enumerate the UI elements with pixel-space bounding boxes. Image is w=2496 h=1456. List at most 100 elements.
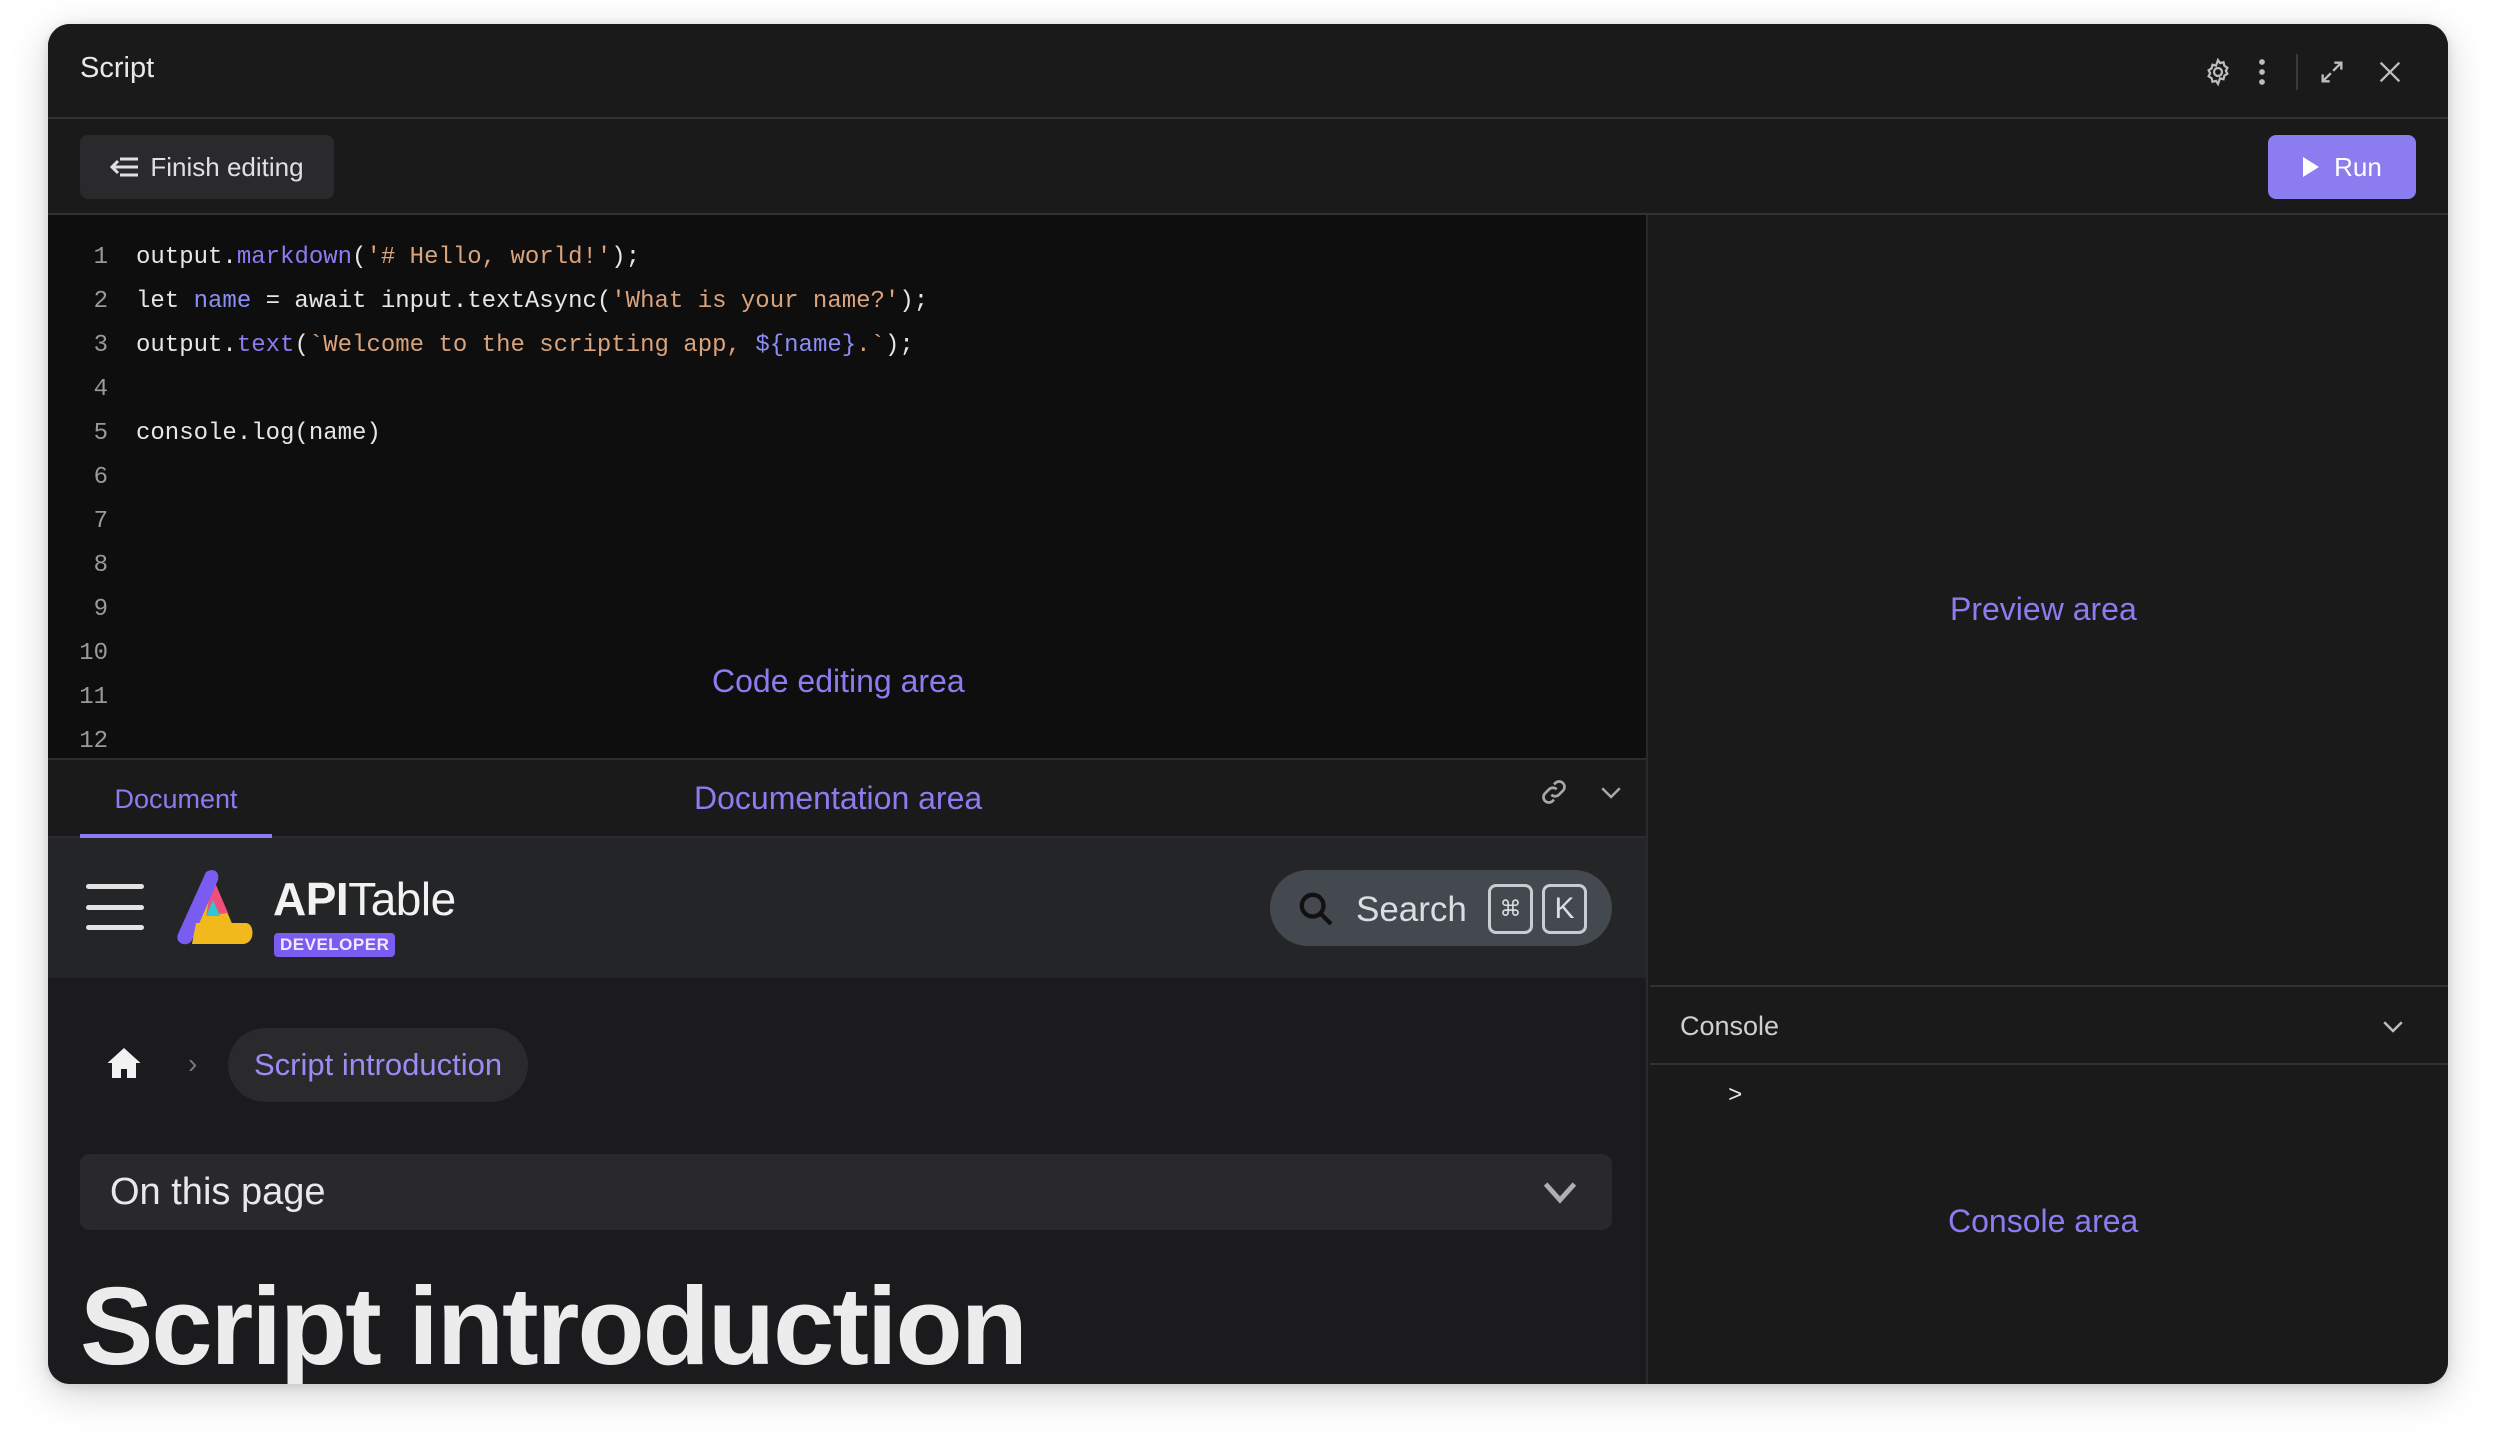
chevron-down-icon[interactable] [2378,1011,2408,1041]
line-number: 5 [93,419,108,447]
code-token: output. [136,331,237,359]
line-number: 3 [93,331,108,359]
code-line[interactable]: 7 [48,499,108,543]
apitable-header: APITable DEVELOPER Search ⌘ K [48,838,1646,978]
line-number: 4 [93,375,108,403]
line-number: 9 [93,595,108,623]
tab-document[interactable]: Document [80,760,272,838]
code-token: let [136,287,194,315]
breadcrumb: › Script introduction [48,1028,1646,1104]
code-token: ( [352,243,367,271]
doc-heading: Script introduction [80,1265,1028,1384]
link-icon[interactable] [1538,776,1570,813]
code-token: .` [856,331,885,359]
apitable-logo-icon[interactable] [168,868,258,953]
kbd-cmd: ⌘ [1488,884,1533,934]
code-token: text [236,331,295,359]
code-token: ); [899,287,929,315]
kbd-k: K [1542,884,1587,934]
code-token: ); [611,243,641,271]
code-line[interactable]: 2 let name = await input.textAsync('What … [48,279,929,323]
docs-search-button[interactable]: Search ⌘ K [1270,870,1612,946]
doc-tab-actions [1538,776,1626,813]
gear-icon[interactable] [2196,50,2240,94]
preview-panel: Preview area [1650,215,2448,985]
code-token: name [193,287,252,315]
code-token: '# Hello, world!' [366,243,612,271]
documentation-area-label: Documentation area [694,780,983,816]
preview-area-label: Preview area [1950,591,2137,627]
line-number: 6 [93,463,108,491]
line-number: 1 [93,243,108,271]
code-token: console.log(name) [136,419,381,447]
code-token: ${name} [755,331,857,359]
on-this-page-label: On this page [110,1171,326,1213]
expand-icon[interactable] [2310,50,2354,94]
finish-editing-button[interactable]: Finish editing [80,135,334,199]
breadcrumb-current[interactable]: Script introduction [228,1028,529,1102]
documentation-tab-bar: Document Documentation area [48,758,1648,838]
title-bar: Script [48,24,2448,119]
code-line[interactable]: 5 console.log(name) [48,411,381,455]
run-button[interactable]: Run [2268,135,2416,199]
code-line[interactable]: 10 [48,631,108,675]
brand-light: Table [348,873,456,925]
line-number: 2 [93,287,108,315]
line-number: 8 [93,551,108,579]
code-line[interactable]: 6 [48,455,108,499]
code-token: markdown [236,243,353,271]
apitable-brand: APITable [273,872,456,926]
code-line[interactable]: 1 output.markdown('# Hello, world!'); [48,235,641,279]
run-label: Run [2334,151,2382,182]
line-number: 11 [79,683,108,711]
back-list-icon [110,157,139,177]
search-placeholder: Search [1356,890,1467,929]
breadcrumb-chevron-icon: › [188,1048,198,1079]
code-line[interactable]: 11 [48,675,108,719]
window-controls [2196,50,2412,94]
documentation-content: APITable DEVELOPER Search ⌘ K › Script i… [48,838,1648,1384]
line-number: 12 [79,727,108,755]
more-vertical-icon[interactable] [2240,50,2284,94]
code-token: ); [884,331,914,359]
console-header: Console [1650,985,2448,1065]
code-token: `Welcome to the scripting app, [308,331,756,359]
finish-editing-label: Finish editing [150,151,304,182]
code-text: output.markdown('# Hello, world!'); [136,244,640,271]
window-title: Script [80,52,155,84]
script-window: Script Finish editing Run Code editing a… [48,24,2448,1384]
brand-bold: API [273,873,349,925]
separator [2296,54,2298,90]
line-number: 7 [93,507,108,535]
code-text: let name = await input.textAsync('What i… [136,288,928,315]
developer-badge: DEVELOPER [274,933,396,957]
chevron-down-icon [1543,1182,1577,1204]
console-title: Console [1680,1011,1780,1041]
code-line[interactable]: 4 [48,367,108,411]
code-editing-area-label: Code editing area [712,663,965,699]
play-icon [2303,157,2320,177]
code-editor[interactable]: Code editing area 1 output.markdown('# He… [48,215,1648,758]
line-number: 10 [79,639,108,667]
code-token: ( [294,331,309,359]
code-token: output. [136,243,237,271]
search-icon [1299,892,1333,926]
chevron-down-icon[interactable] [1596,777,1626,812]
toolbar: Finish editing Run [48,119,2448,215]
code-text: output.text(`Welcome to the scripting ap… [136,332,914,359]
home-icon[interactable] [106,1046,142,1085]
tab-document-label: Document [114,783,238,814]
code-line[interactable]: 12 [48,719,108,758]
code-text: console.log(name) [136,420,381,447]
code-token: 'What is your name?' [611,287,900,315]
code-token: = await input.textAsync( [251,287,612,315]
code-line[interactable]: 3 output.text(`Welcome to the scripting a… [48,323,914,367]
code-line[interactable]: 9 [48,587,108,631]
console-prompt: > [1728,1083,1743,1110]
console-area-label: Console area [1948,1203,2139,1239]
close-icon[interactable] [2368,50,2412,94]
code-line[interactable]: 8 [48,543,108,587]
on-this-page-dropdown[interactable]: On this page [80,1154,1612,1230]
hamburger-menu-icon[interactable] [86,884,144,930]
console-panel[interactable]: > Console area [1650,1065,2448,1384]
